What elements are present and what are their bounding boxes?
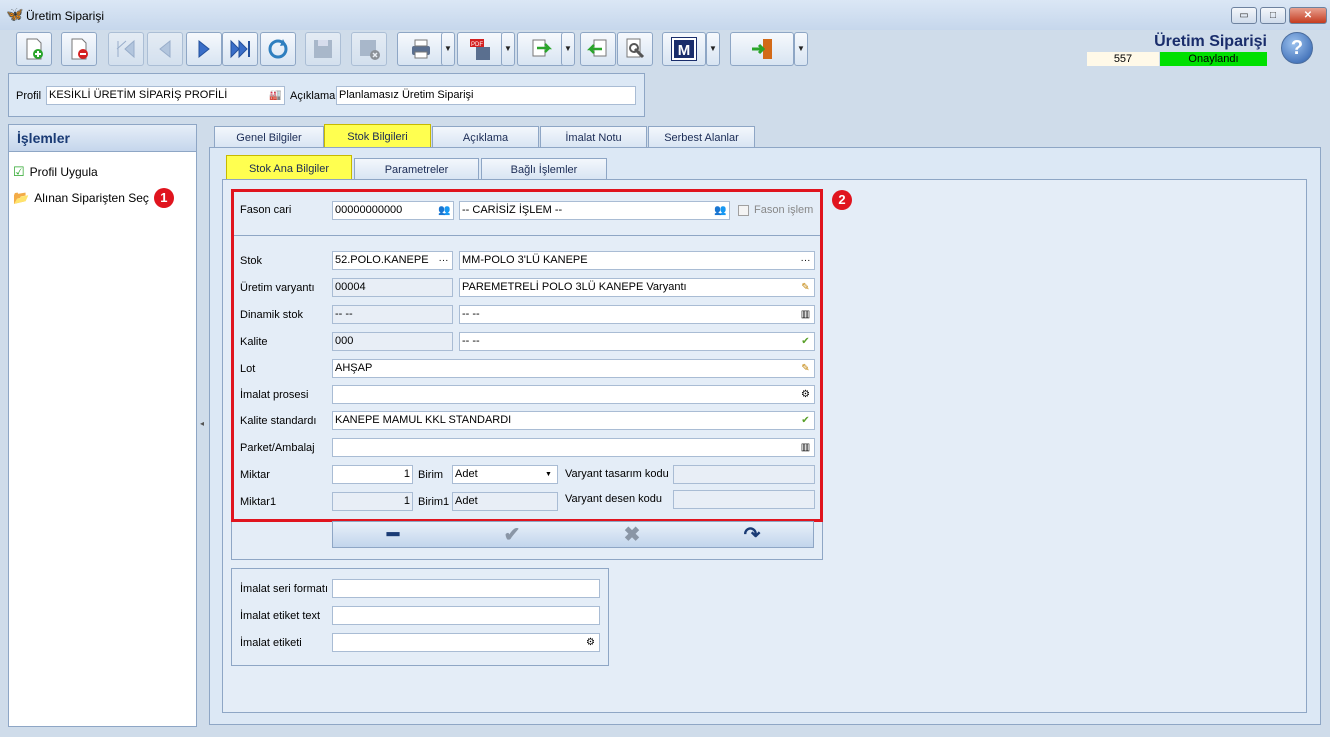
label-lookup-icon[interactable]: ⚙ — [584, 636, 597, 649]
printer-icon — [412, 39, 430, 59]
profil-uygula-item[interactable]: ☑ Profil Uygula — [13, 164, 98, 180]
save-close-button[interactable] — [351, 32, 387, 66]
document-type-title: Üretim Siparişi — [1154, 33, 1267, 50]
module-m-button[interactable]: M — [662, 32, 706, 66]
previous-record-icon — [159, 39, 171, 59]
m-logo-icon: M — [671, 37, 697, 61]
tab-imalat-notu[interactable]: İmalat Notu — [540, 126, 647, 149]
transfer-button[interactable] — [517, 32, 565, 66]
import-button[interactable] — [580, 32, 616, 66]
first-record-button[interactable] — [108, 32, 144, 66]
help-icon[interactable]: ? — [1281, 32, 1313, 64]
next-record-icon — [198, 39, 210, 59]
minus-icon[interactable]: ━ — [378, 524, 408, 546]
transfer-dropdown-arrow[interactable]: ▼ — [561, 32, 575, 66]
settings-button[interactable] — [617, 32, 653, 66]
imalat-etiket-text-field[interactable] — [332, 606, 600, 625]
redo-arrow-icon[interactable]: ↷ — [737, 524, 767, 546]
save-button[interactable] — [305, 32, 341, 66]
module-dropdown-arrow[interactable]: ▼ — [706, 32, 720, 66]
new-document-icon — [26, 38, 43, 60]
aciklama-value: Planlamasız Üretim Siparişi — [339, 89, 474, 101]
document-wrench-icon — [626, 38, 645, 59]
operations-panel: İşlemler ☑ Profil Uygula 📂 Alınan Siparişt… — [8, 124, 197, 727]
folder-open-icon: 📂 — [13, 190, 30, 205]
tab-aciklama[interactable]: Açıklama — [432, 126, 539, 149]
exit-door-icon — [752, 39, 772, 59]
aciklama-field[interactable]: Planlamasız Üretim Siparişi — [336, 86, 636, 105]
print-button[interactable] — [397, 32, 445, 66]
panel-splitter[interactable]: ◂ — [199, 124, 207, 727]
imalat-etiketi-label: İmalat etiketi — [240, 637, 302, 649]
save-close-icon — [360, 40, 380, 60]
operations-title: İşlemler — [9, 125, 196, 152]
app-butterfly-icon: 🦋 — [6, 6, 24, 22]
alinan-siparisten-sec-item[interactable]: 📂 Alınan Siparişten Seç 1 — [13, 188, 174, 208]
checklist-icon: ☑ — [13, 164, 25, 179]
exit-dropdown-arrow[interactable]: ▼ — [794, 32, 808, 66]
imalat-seri-field[interactable] — [332, 579, 600, 598]
delete-document-button[interactable] — [61, 32, 97, 66]
delete-document-icon — [71, 38, 88, 60]
previous-record-button[interactable] — [147, 32, 183, 66]
imalat-etiket-text-label: İmalat etiket text — [240, 610, 321, 622]
profil-uygula-label: Profil Uygula — [29, 165, 98, 179]
subtab-stok-ana-bilgiler[interactable]: Stok Ana Bilgiler — [226, 155, 352, 181]
subtab-parametreler[interactable]: Parametreler — [354, 158, 479, 181]
refresh-button[interactable] — [260, 32, 296, 66]
status-badge: Onaylandı — [1160, 52, 1267, 66]
new-document-button[interactable] — [16, 32, 52, 66]
alinan-siparisten-sec-label: Alınan Siparişten Seç — [34, 191, 149, 205]
profil-field[interactable]: KESİKLİ ÜRETİM SİPARİŞ PROFİLİ 🏭 — [46, 86, 285, 105]
close-button[interactable]: ✕ — [1289, 7, 1327, 24]
last-record-button[interactable] — [222, 32, 258, 66]
refresh-icon — [268, 39, 288, 59]
pdf-dropdown-arrow[interactable]: ▼ — [501, 32, 515, 66]
profile-panel: Profil KESİKLİ ÜRETİM SİPARİŞ PROFİLİ 🏭 A… — [8, 73, 645, 117]
profil-value: KESİKLİ ÜRETİM SİPARİŞ PROFİLİ — [49, 89, 228, 101]
save-icon — [314, 40, 332, 58]
record-action-bar: ━ ✔ ✖ ↷ — [332, 521, 814, 548]
import-icon — [586, 39, 607, 57]
tab-serbest-alanlar[interactable]: Serbest Alanlar — [648, 126, 755, 149]
transfer-icon — [532, 39, 553, 57]
check-icon[interactable]: ✔ — [497, 524, 527, 546]
first-record-icon — [116, 39, 135, 59]
maximize-button[interactable]: □ — [1260, 7, 1286, 24]
pdf-icon: PDF — [470, 39, 490, 60]
last-record-icon — [230, 39, 250, 59]
minimize-button[interactable]: ▭ — [1231, 7, 1257, 24]
exit-button[interactable] — [730, 32, 794, 66]
title-bar: 🦋 Üretim Siparişi ▭ □ ✕ — [0, 0, 1330, 30]
callout-badge-2: 2 — [832, 190, 852, 210]
print-dropdown-arrow[interactable]: ▼ — [441, 32, 455, 66]
imalat-seri-label: İmalat seri formatı — [240, 583, 329, 595]
callout-badge-1: 1 — [153, 188, 174, 208]
window-title: Üretim Siparişi — [26, 9, 105, 23]
tab-genel-bilgiler[interactable]: Genel Bilgiler — [214, 126, 324, 149]
profil-label: Profil — [16, 90, 42, 102]
pdf-export-button[interactable]: PDF — [457, 32, 503, 66]
imalat-etiketi-field[interactable]: ⚙ — [332, 633, 600, 652]
next-record-button[interactable] — [186, 32, 222, 66]
factory-icon[interactable]: 🏭 — [269, 89, 282, 102]
cancel-x-icon[interactable]: ✖ — [617, 524, 647, 546]
collapse-arrow-icon[interactable]: ◂ — [200, 419, 204, 428]
highlight-box — [231, 189, 823, 522]
document-number: 557 — [1087, 52, 1159, 66]
subtab-bagli-islemler[interactable]: Bağlı İşlemler — [481, 158, 607, 181]
aciklama-label: Açıklama — [290, 90, 336, 102]
